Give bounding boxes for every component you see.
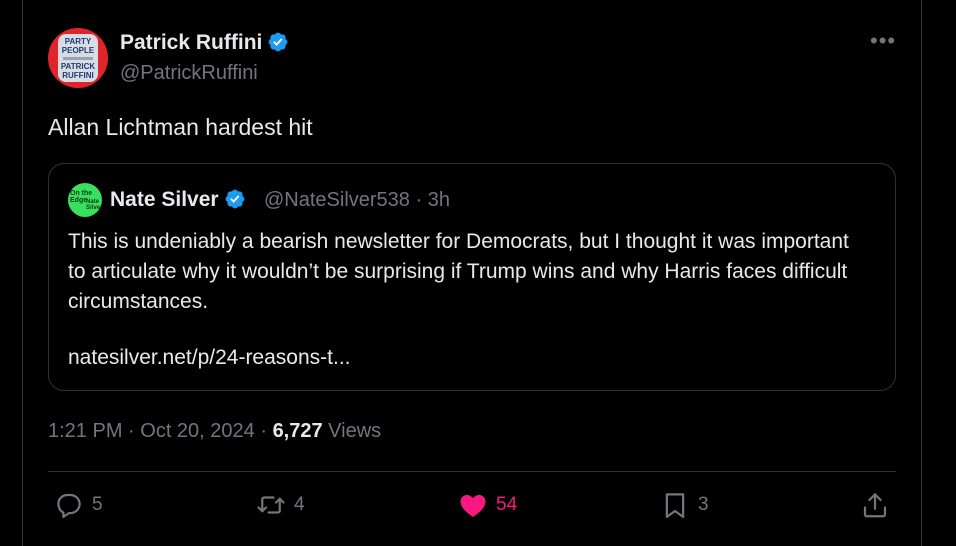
avatar-strip [63,56,93,60]
tweet-meta: 1:21 PM · Oct 20, 2024 · 6,727 Views [48,420,381,443]
avatar-text-3: PATRICK [60,61,96,71]
quote-avatar-text-2: Nate Silver [86,199,102,211]
tweet-text: Allan Lichtman hardest hit [48,114,313,140]
share-icon [863,493,887,518]
column-border-left [22,0,23,546]
quote-author-name: Nate Silver [110,188,246,212]
quote-author-name-text: Nate Silver [110,188,219,211]
avatar-text-4: RUFFINI [62,70,94,80]
heart-icon [460,495,486,517]
quoted-tweet-card[interactable]: On the Edge Nate Silver Nate Silver @Nat… [48,163,896,391]
reply-icon [57,493,81,518]
author-name-text[interactable]: Patrick Ruffini [120,31,262,54]
retweet-icon [257,496,285,514]
quote-link[interactable]: natesilver.net/p/24-reasons-t... [68,346,351,370]
author-handle[interactable]: @PatrickRuffini [120,62,258,85]
author-avatar[interactable]: PARTY PEOPLE PATRICK RUFFINI [48,28,108,88]
retweet-button[interactable]: 4 [256,490,305,520]
quote-handle-time: @NateSilver538 · 3h [264,189,450,211]
bookmark-count: 3 [698,494,709,515]
avatar-text-2: PEOPLE [61,45,95,55]
verified-badge-icon [225,189,244,209]
verified-badge-icon [268,32,288,52]
timestamp[interactable]: 1:21 PM · Oct 20, 2024 · [48,420,273,442]
quote-text: This is undeniably a bearish newsletter … [68,230,849,313]
bookmark-icon [665,493,685,518]
like-count: 54 [496,494,518,515]
avatar-badge: PARTY PEOPLE PATRICK RUFFINI [58,34,98,82]
avatar-text-1: PARTY [64,36,92,46]
views-count: 6,727 [272,420,323,442]
reply-count: 5 [92,494,103,515]
quote-avatar: On the Edge Nate Silver [68,183,102,217]
divider [48,471,896,472]
bookmark-button[interactable]: 3 [660,490,709,520]
author-name[interactable]: Patrick Ruffini [120,31,289,55]
more-icon[interactable]: ••• [870,28,896,54]
share-button[interactable] [860,490,890,520]
reply-button[interactable]: 5 [54,490,103,520]
views-label: Views [322,420,382,442]
column-border-right [921,0,922,546]
like-button[interactable]: 54 [458,490,517,520]
retweet-count: 4 [294,494,305,515]
